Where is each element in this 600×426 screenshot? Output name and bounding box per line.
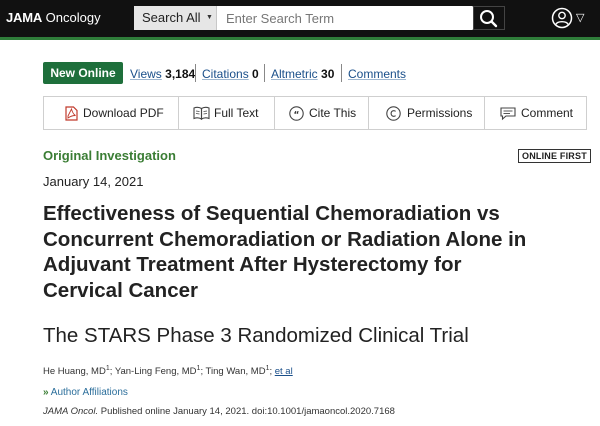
comment-icon	[500, 107, 516, 121]
affiliation-marker: 1	[196, 365, 201, 372]
citations-metric[interactable]: Citations 0	[202, 66, 259, 82]
title-line: Concurrent Chemoradiation or Radiation A…	[43, 227, 527, 251]
search-icon	[480, 10, 498, 28]
author-name[interactable]: He Huang, MD	[43, 366, 106, 377]
search-button[interactable]	[473, 6, 505, 30]
user-icon[interactable]	[551, 7, 573, 29]
copyright-icon	[386, 106, 401, 121]
comment-button[interactable]: Comment	[485, 97, 586, 129]
book-icon	[193, 106, 210, 120]
author-name[interactable]: Yan-Ling Feng, MD	[115, 366, 197, 377]
altmetric-metric[interactable]: Altmetric 30	[271, 66, 334, 82]
svg-text:“: “	[294, 110, 300, 120]
author-name[interactable]: Ting Wan, MD	[206, 366, 266, 377]
comments-link[interactable]: Comments	[348, 66, 406, 82]
online-first-badge: ONLINE FIRST	[518, 149, 591, 163]
new-online-badge: New Online	[43, 62, 123, 84]
author-affiliations-toggle[interactable]: » Author Affiliations	[43, 386, 128, 400]
title-line: Adjuvant Treatment After Hysterectomy fo…	[43, 253, 462, 276]
meta-divider	[195, 64, 196, 82]
cite-this-button[interactable]: “ Cite This	[275, 97, 368, 129]
header-accent-line	[0, 37, 600, 40]
article-title: Effectiveness of Sequential Chemoradiati…	[43, 201, 588, 303]
full-text-button[interactable]: Full Text	[179, 97, 274, 129]
article-subtitle: The STARS Phase 3 Randomized Clinical Tr…	[43, 324, 469, 347]
meta-divider	[264, 64, 265, 82]
journal-logo[interactable]: JAMA Oncology	[6, 9, 101, 27]
search-bar: Search All ▼	[134, 6, 473, 30]
search-scope-select[interactable]: Search All ▼	[134, 6, 217, 30]
et-al-link[interactable]: et al	[275, 366, 293, 377]
affiliation-marker: 1	[105, 365, 110, 372]
author-list: He Huang, MD1; Yan-Ling Feng, MD1; Ting …	[43, 365, 293, 378]
permissions-button[interactable]: Permissions	[369, 97, 484, 129]
search-input[interactable]	[218, 6, 471, 30]
title-line: Cervical Cancer	[43, 278, 198, 302]
views-metric[interactable]: Views 3,184	[130, 66, 195, 82]
affiliation-marker: 1	[265, 365, 270, 372]
double-chevron-right-icon: »	[43, 387, 49, 398]
citation-line: JAMA Oncol. Published online January 14,…	[43, 406, 395, 417]
quote-icon: “	[289, 106, 304, 121]
title-line: Effectiveness of Sequential Chemoradiati…	[43, 202, 500, 225]
chevron-down-icon: ▼	[206, 14, 213, 21]
download-pdf-button[interactable]: Download PDF	[44, 97, 178, 129]
pdf-icon	[65, 106, 78, 121]
publication-date: January 14, 2021	[43, 174, 144, 189]
user-menu-chevron-icon[interactable]: ▽	[576, 11, 584, 25]
meta-divider	[341, 64, 342, 82]
article-actions-bar: Download PDF Full Text “ Cite This Permi…	[43, 96, 587, 130]
article-type: Original Investigation	[43, 148, 176, 163]
